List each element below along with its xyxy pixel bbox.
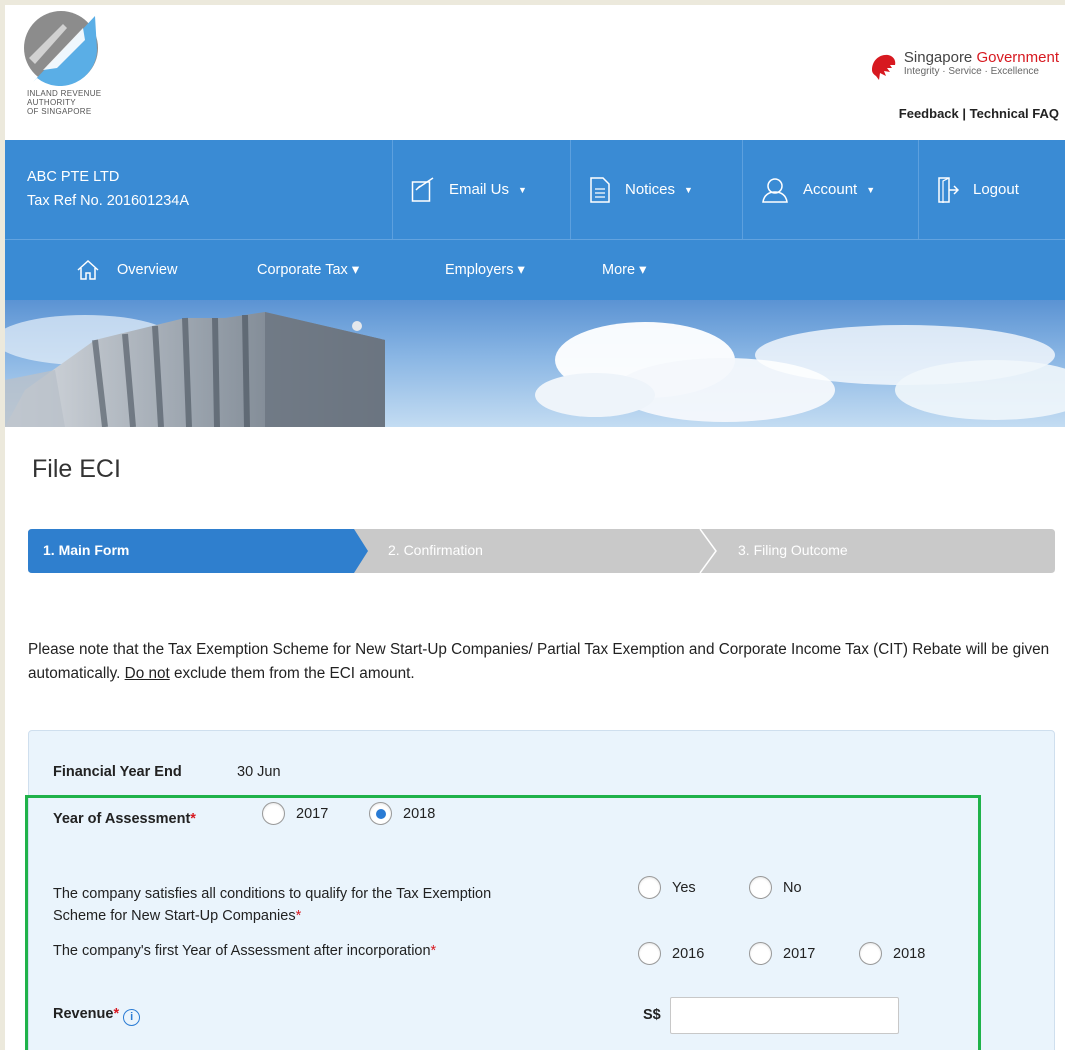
account-label: Account — [803, 181, 858, 198]
notice-text-2: exclude them from the ECI amount. — [169, 665, 415, 682]
radio-circle[interactable] — [749, 876, 772, 899]
email-us-label: Email Us — [449, 181, 510, 198]
building-sky-illustration — [5, 312, 1065, 427]
radio-circle[interactable] — [638, 876, 661, 899]
exemption-notice: Please note that the Tax Exemption Schem… — [28, 638, 1060, 686]
account-bar: ABC PTE LTD Tax Ref No. 201601234A Email… — [5, 140, 1065, 239]
document-icon — [590, 176, 610, 203]
nav-more[interactable]: More ▾ — [602, 240, 646, 300]
notice-emphasis: Do not — [124, 665, 170, 682]
radio-circle[interactable] — [262, 802, 285, 825]
year-of-assessment-label: Year of Assessment* — [53, 811, 196, 827]
notices-menu[interactable]: Notices ▼ — [570, 140, 742, 239]
account-menu[interactable]: Account ▼ — [742, 140, 918, 239]
company-name: ABC PTE LTD — [27, 169, 120, 185]
first-ya-2017-radio[interactable]: 2017 — [749, 942, 815, 965]
email-us-menu[interactable]: Email Us ▼ — [392, 140, 570, 239]
ya-2017-radio[interactable]: 2017 — [262, 802, 328, 825]
home-icon — [77, 260, 99, 280]
info-icon[interactable]: i — [123, 1009, 141, 1026]
steps-background — [28, 529, 1055, 573]
radio-circle[interactable] — [859, 942, 882, 965]
tax-ref-number: Tax Ref No. 201601234A — [27, 193, 190, 209]
nav-overview[interactable]: Overview — [77, 240, 177, 300]
nav-overview-label: Overview — [117, 262, 178, 278]
revenue-label: Revenue* i — [53, 1006, 141, 1026]
radio-circle-selected[interactable] — [369, 802, 392, 825]
first-ya-question: The company's first Year of Assessment a… — [53, 943, 437, 959]
step-confirmation: 2. Confirmation — [388, 542, 483, 558]
progress-steps: 1. Main Form 2. Confirmation 3. Filing O… — [28, 529, 1055, 573]
startup-yes-radio[interactable]: Yes — [638, 876, 696, 899]
startup-scheme-question: The company satisfies all conditions to … — [53, 886, 492, 924]
user-icon — [762, 177, 788, 203]
nav-corporate-tax-label: Corporate Tax ▾ — [257, 262, 360, 278]
eci-form: Financial Year End 30 Jun Year of Assess… — [28, 730, 1055, 1050]
logo-text: INLAND REVENUE AUTHORITY OF SINGAPORE — [27, 89, 102, 116]
iras-logo-icon — [24, 11, 98, 86]
nav-employers-label: Employers ▾ — [445, 262, 525, 278]
notices-label: Notices — [625, 181, 676, 198]
technical-faq-link[interactable]: Technical FAQ — [970, 106, 1059, 121]
logout-button[interactable]: Logout — [918, 140, 1065, 239]
logout-label: Logout — [973, 181, 1019, 198]
financial-year-end-label: Financial Year End — [53, 764, 182, 780]
radio-circle[interactable] — [638, 942, 661, 965]
email-icon — [411, 176, 434, 202]
chevron-down-icon: ▼ — [684, 184, 693, 195]
first-ya-2016-radio[interactable]: 2016 — [638, 942, 704, 965]
nav-more-label: More ▾ — [602, 262, 647, 278]
radio-circle[interactable] — [749, 942, 772, 965]
nav-corporate-tax[interactable]: Corporate Tax ▾ — [257, 240, 359, 300]
main-nav: Overview Corporate Tax ▾ Employers ▾ Mor… — [5, 239, 1065, 300]
feedback-link[interactable]: Feedback — [899, 106, 959, 121]
singapore-government-brand: Singapore Government Integrity · Service… — [868, 50, 1059, 82]
top-links: Feedback | Technical FAQ — [899, 106, 1059, 121]
currency-label: S$ — [643, 1007, 661, 1023]
logout-icon — [938, 176, 959, 203]
step-filing-outcome: 3. Filing Outcome — [738, 542, 848, 558]
page-title: File ECI — [32, 455, 121, 483]
company-info: ABC PTE LTD Tax Ref No. 201601234A — [27, 165, 189, 213]
link-separator: | — [962, 106, 967, 121]
page: INLAND REVENUE AUTHORITY OF SINGAPORE Si… — [5, 5, 1065, 1050]
banner-image — [5, 300, 1065, 427]
ya-2018-radio[interactable]: 2018 — [369, 802, 435, 825]
startup-no-radio[interactable]: No — [749, 876, 802, 899]
chevron-down-icon: ▼ — [518, 184, 527, 195]
top-header: INLAND REVENUE AUTHORITY OF SINGAPORE Si… — [5, 5, 1065, 140]
first-ya-2018-radio[interactable]: 2018 — [859, 942, 925, 965]
gov-tagline: Integrity · Service · Excellence — [903, 66, 1039, 77]
gov-brand-word1: Singapore — [903, 49, 973, 66]
nav-employers[interactable]: Employers ▾ — [445, 240, 525, 300]
revenue-input[interactable] — [670, 997, 899, 1034]
chevron-down-icon: ▼ — [866, 184, 876, 195]
financial-year-end-value: 30 Jun — [237, 764, 281, 780]
step-main-form: 1. Main Form — [43, 542, 130, 558]
iras-logo[interactable]: INLAND REVENUE AUTHORITY OF SINGAPORE — [23, 10, 143, 135]
lion-head-icon — [871, 54, 896, 80]
gov-brand-word2: Government — [976, 49, 1059, 66]
